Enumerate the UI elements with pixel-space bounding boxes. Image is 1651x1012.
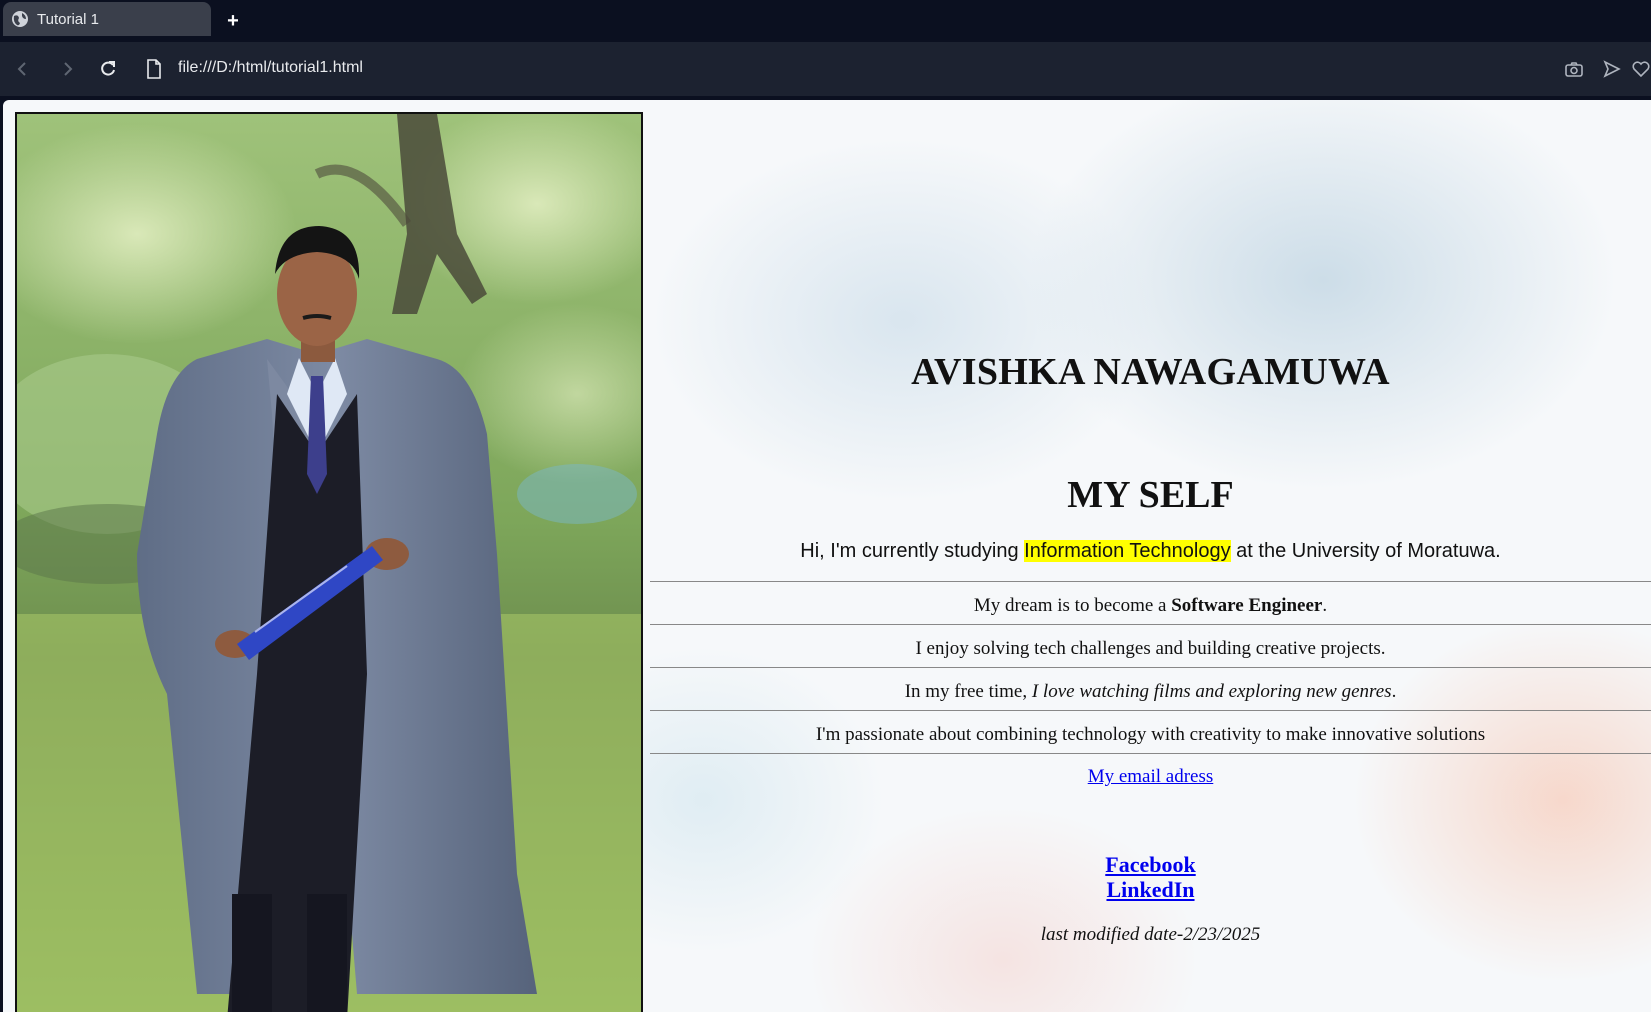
- freetime-hobby: I love watching films and exploring new …: [1031, 681, 1392, 702]
- email-row: My email adress: [650, 766, 1651, 788]
- camera-icon: [1565, 62, 1583, 77]
- intro-line: Hi, I'm currently studying Information T…: [650, 540, 1651, 563]
- forward-arrow-icon: [64, 62, 73, 76]
- passion-line: I'm passionate about combining technolog…: [815, 724, 1486, 745]
- send-icon: [1603, 60, 1621, 78]
- freetime-text-after: .: [1391, 681, 1397, 702]
- dream-text-after: .: [1322, 595, 1328, 616]
- enjoy-line: I enjoy solving tech challenges and buil…: [915, 638, 1386, 659]
- globe-icon: [12, 11, 28, 27]
- intro-text-after: at the University of Moratuwa.: [1230, 540, 1501, 562]
- new-tab-button[interactable]: +: [220, 8, 246, 34]
- send-button[interactable]: [1596, 53, 1628, 85]
- forward-button[interactable]: [52, 53, 84, 85]
- reload-icon: [101, 61, 115, 76]
- email-link[interactable]: My email adress: [1088, 766, 1214, 787]
- dream-text-before: My dream is to become a: [973, 595, 1172, 616]
- freetime-line: In my free time, I love watching films a…: [650, 681, 1651, 703]
- page-viewport: AVISHKA NAWAGAMUWA MY SELF Hi, I'm curre…: [3, 100, 1651, 1012]
- freetime-text-before: In my free time,: [904, 681, 1032, 702]
- intro-text-before: Hi, I'm currently studying: [800, 540, 1025, 562]
- screenshot-button[interactable]: [1558, 53, 1590, 85]
- favorite-button[interactable]: [1630, 53, 1651, 85]
- last-modified-date: last modified date-2/23/2025: [1040, 924, 1261, 945]
- linkedin-link[interactable]: LinkedIn: [1106, 877, 1194, 902]
- address-bar-url[interactable]: file:///D:/html/tutorial1.html: [178, 59, 363, 77]
- heart-icon: [1631, 61, 1650, 78]
- profile-content: AVISHKA NAWAGAMUWA MY SELF Hi, I'm curre…: [650, 100, 1651, 1012]
- document-icon: [147, 59, 161, 79]
- tab-title: Tutorial 1: [37, 10, 99, 28]
- browser-tab[interactable]: Tutorial 1: [3, 2, 211, 36]
- tab-strip: Tutorial 1 +: [0, 0, 1651, 42]
- linkedin-row: LinkedIn: [650, 877, 1651, 903]
- divider: [650, 710, 1651, 711]
- back-button[interactable]: [6, 53, 38, 85]
- dream-career: Software Engineer: [1171, 595, 1323, 616]
- divider: [650, 667, 1651, 668]
- reload-button[interactable]: [92, 53, 124, 85]
- browser-toolbar: file:///D:/html/tutorial1.html: [0, 42, 1651, 96]
- divider: [650, 753, 1651, 754]
- name-heading: AVISHKA NAWAGAMUWA: [911, 351, 1390, 393]
- profile-photo: [15, 112, 643, 1012]
- divider: [650, 581, 1651, 582]
- facebook-link[interactable]: Facebook: [1105, 852, 1195, 877]
- facebook-row: Facebook: [650, 852, 1651, 878]
- dream-line: My dream is to become a Software Enginee…: [650, 595, 1651, 617]
- highlighted-subject: Information Technology: [1024, 540, 1231, 562]
- divider: [650, 624, 1651, 625]
- back-arrow-icon: [17, 62, 26, 76]
- myself-heading: MY SELF: [1067, 474, 1234, 516]
